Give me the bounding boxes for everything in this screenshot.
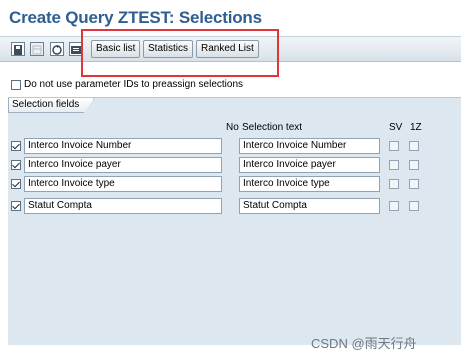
selection-text-input[interactable]: Interco Invoice Number — [239, 138, 380, 154]
table-row: Interco Invoice Number Interco Invoice N… — [8, 138, 461, 154]
header-no: No — [226, 122, 239, 133]
selection-text-input[interactable]: Statut Compta — [239, 198, 380, 214]
1z-checkbox[interactable] — [409, 141, 419, 151]
field-name: Statut Compta — [24, 198, 222, 214]
field-name: Interco Invoice type — [24, 176, 222, 192]
highlight-annotation — [81, 29, 279, 77]
tab-selection-fields[interactable]: Selection fields — [8, 98, 95, 113]
sv-checkbox[interactable] — [389, 160, 399, 170]
sv-checkbox[interactable] — [389, 179, 399, 189]
sv-checkbox[interactable] — [389, 201, 399, 211]
row-checkbox[interactable] — [11, 179, 21, 189]
1z-checkbox[interactable] — [409, 179, 419, 189]
table-row: Interco Invoice type Interco Invoice typ… — [8, 176, 461, 192]
param-ids-checkbox[interactable] — [11, 79, 21, 90]
row-checkbox[interactable] — [11, 201, 21, 211]
page-title: Create Query ZTEST: Selections — [9, 8, 262, 27]
1z-checkbox[interactable] — [409, 201, 419, 211]
field-name: Interco Invoice Number — [24, 138, 222, 154]
field-name: Interco Invoice payer — [24, 157, 222, 173]
selection-text-input[interactable]: Interco Invoice type — [239, 176, 380, 192]
1z-checkbox[interactable] — [409, 160, 419, 170]
watermark: CSDN @雨天行舟 — [311, 336, 417, 351]
selection-text-input[interactable]: Interco Invoice payer — [239, 157, 380, 173]
header-1z: 1Z — [410, 122, 422, 133]
param-ids-label: Do not use parameter IDs to preassign se… — [24, 79, 243, 90]
header-sv: SV — [389, 122, 403, 133]
selection-fields-panel: Selection fields No Selection text SV 1Z… — [8, 97, 461, 345]
table-row: Interco Invoice payer Interco Invoice pa… — [8, 157, 461, 173]
param-ids-option[interactable]: Do not use parameter IDs to preassign se… — [11, 79, 243, 90]
header-selection-text: Selection text — [242, 122, 303, 133]
table-row: Statut Compta Statut Compta — [8, 198, 461, 214]
sv-checkbox[interactable] — [389, 141, 399, 151]
row-checkbox[interactable] — [11, 141, 21, 151]
row-checkbox[interactable] — [11, 160, 21, 170]
layout-icon[interactable] — [30, 42, 44, 56]
refresh-icon[interactable] — [50, 42, 64, 56]
save-icon[interactable] — [11, 42, 25, 56]
